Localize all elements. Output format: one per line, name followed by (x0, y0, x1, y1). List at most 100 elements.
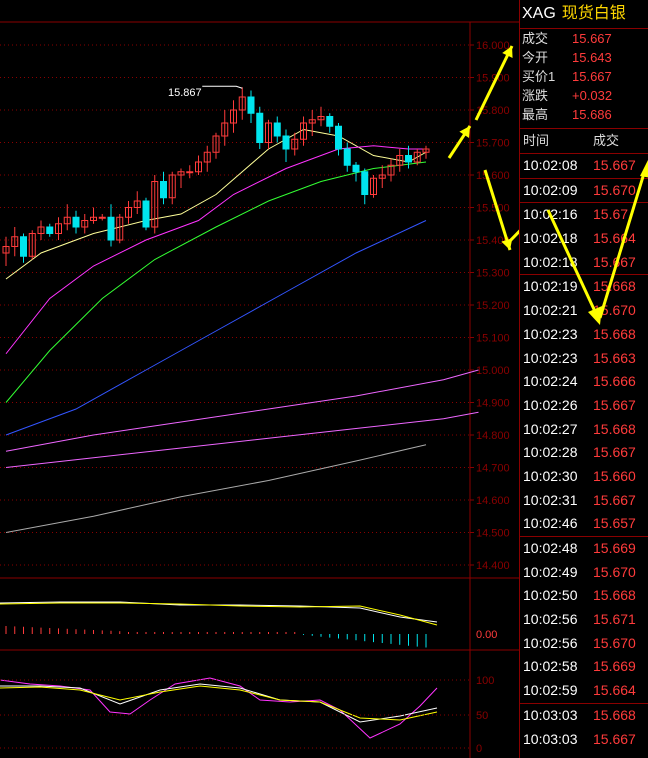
tick-price: 15.667 (593, 730, 636, 747)
tick-time: 10:02:58 (523, 658, 578, 675)
candle-body (335, 125, 342, 150)
tick-time: 10:03:03 (523, 730, 578, 747)
y-tick-label: 15.000 (476, 365, 510, 377)
tick-time: 10:02:18 (523, 253, 578, 270)
candle-body (247, 96, 255, 114)
tick-time: 10:02:18 (523, 230, 578, 247)
quote-row: 今开 15.643 (520, 48, 648, 67)
y-tick-label: 14.900 (476, 398, 510, 410)
candle-body (142, 200, 150, 228)
tick-price: 15.669 (593, 658, 636, 675)
quote-row: 买价1 15.667 (520, 67, 648, 86)
kdj-tick-label: 100 (476, 675, 494, 687)
peak-annotation-label: 15.867 (168, 87, 202, 99)
tick-time: 10:02:56 (523, 611, 578, 628)
tick-price: 15.671 (593, 611, 636, 628)
tick-price: 15.667 (593, 491, 636, 508)
tick-price: 15.667 (593, 253, 636, 270)
tick-row: 10:02:30 15.660 (520, 465, 648, 489)
candle-body (352, 164, 360, 173)
price-chart: 16.00015.90015.80015.70015.60015.50015.4… (0, 21, 519, 758)
tick-row: 10:02:08 15.667 (520, 154, 648, 178)
quote-row: 最高 15.686 (520, 105, 648, 124)
tick-row: 10:02:21 15.670 (520, 299, 648, 323)
quote-key: 涨跌 (522, 88, 549, 103)
candle-body (72, 216, 80, 228)
y-tick-label: 15.700 (476, 138, 510, 150)
candle-body (361, 171, 369, 195)
tick-row: 10:02:28 15.667 (520, 441, 648, 465)
ticks-header-price: 成交 (593, 133, 620, 148)
instrument-code: XAG (522, 5, 556, 22)
tick-time: 10:02:30 (523, 467, 578, 484)
candle-body (20, 236, 27, 257)
y-tick-label: 14.700 (476, 463, 510, 475)
tick-price: 15.668 (593, 278, 636, 295)
y-tick-label: 14.400 (476, 560, 510, 572)
macd-dea-line (0, 602, 438, 626)
tick-row: 10:02:23 15.668 (520, 323, 648, 347)
tick-row: 10:02:09 15.670 (520, 177, 648, 203)
tick-time: 10:02:24 (523, 373, 578, 390)
tick-row: 10:02:56 15.670 (520, 632, 648, 656)
quote-value: +0.032 (572, 88, 613, 103)
tick-row: 10:02:26 15.667 (520, 394, 648, 418)
kdj-tick-label: 0 (476, 743, 482, 755)
tick-price: 15.67 (593, 206, 629, 223)
kdj-tick-label: 50 (476, 710, 488, 722)
y-tick-label: 15.300 (476, 268, 510, 280)
tick-price: 15.668 (593, 420, 636, 437)
candle-body (107, 216, 115, 241)
tick-price: 15.668 (593, 706, 636, 723)
quote-value: 15.643 (572, 50, 612, 65)
kdj-d-line (0, 685, 438, 721)
candle-body (273, 122, 281, 137)
tick-time: 10:02:49 (523, 563, 578, 580)
tick-time: 10:02:23 (523, 325, 578, 342)
moving-average-line (5, 369, 479, 452)
tick-row: 10:02:18 15.664 (520, 227, 648, 251)
quote-value: 15.667 (572, 69, 612, 84)
peak-annotation-line (202, 85, 243, 89)
tick-time: 10:02:21 (523, 302, 578, 319)
tick-row: 10:02:56 15.671 (520, 608, 648, 632)
tick-time: 10:02:16 (523, 206, 578, 223)
tick-price: 15.666 (593, 373, 636, 390)
quote-value: 15.667 (572, 31, 612, 46)
moving-average-line (5, 411, 479, 468)
y-tick-label: 15.600 (476, 170, 510, 182)
quote-row: 成交 15.667 (520, 29, 648, 48)
tick-price: 15.668 (593, 587, 636, 604)
tick-row: 10:02:19 15.668 (520, 274, 648, 299)
tick-price: 15.667 (593, 444, 636, 461)
tick-row: 10:02:24 15.666 (520, 370, 648, 394)
y-tick-label: 14.800 (476, 430, 510, 442)
tick-row: 10:03:03 15.668 (520, 702, 648, 728)
moving-average-line (5, 161, 427, 403)
y-tick-label: 14.500 (476, 528, 510, 540)
tick-list[interactable]: 10:02:08 15.667 10:02:09 15.670 10:02:16 15.6… (520, 154, 648, 751)
tick-price: 15.668 (593, 325, 636, 342)
tick-row: 10:02:46 15.657 (520, 512, 648, 536)
tick-time: 10:02:19 (523, 278, 578, 295)
candle-body (160, 181, 167, 199)
tick-row: 10:02:58 15.669 (520, 655, 648, 679)
tick-row: 10:02:23 15.663 (520, 347, 648, 371)
tick-row: 10:02:50 15.668 (520, 584, 648, 608)
tick-price: 15.670 (593, 181, 636, 198)
tick-time: 10:02:56 (523, 634, 578, 651)
y-tick-label: 15.200 (476, 300, 510, 312)
tick-time: 10:02:46 (523, 515, 578, 532)
tick-time: 10:02:08 (523, 157, 578, 173)
candle-body (186, 171, 194, 174)
tick-time: 10:02:31 (523, 491, 578, 508)
quote-list: 成交 15.667 今开 15.643 买价1 15.667 涨跌 +0.032 最高 15.68… (520, 29, 648, 124)
ticks-header: 时间 成交 (520, 128, 648, 154)
tick-price: 15.663 (593, 349, 636, 366)
tick-row: 10:02:16 15.67 (520, 202, 648, 227)
ticks-header-time: 时间 (523, 133, 550, 148)
tick-price: 15.670 (593, 563, 636, 580)
candle-body (282, 135, 290, 150)
quote-value: 15.686 (572, 107, 612, 122)
candle-body (326, 116, 334, 127)
